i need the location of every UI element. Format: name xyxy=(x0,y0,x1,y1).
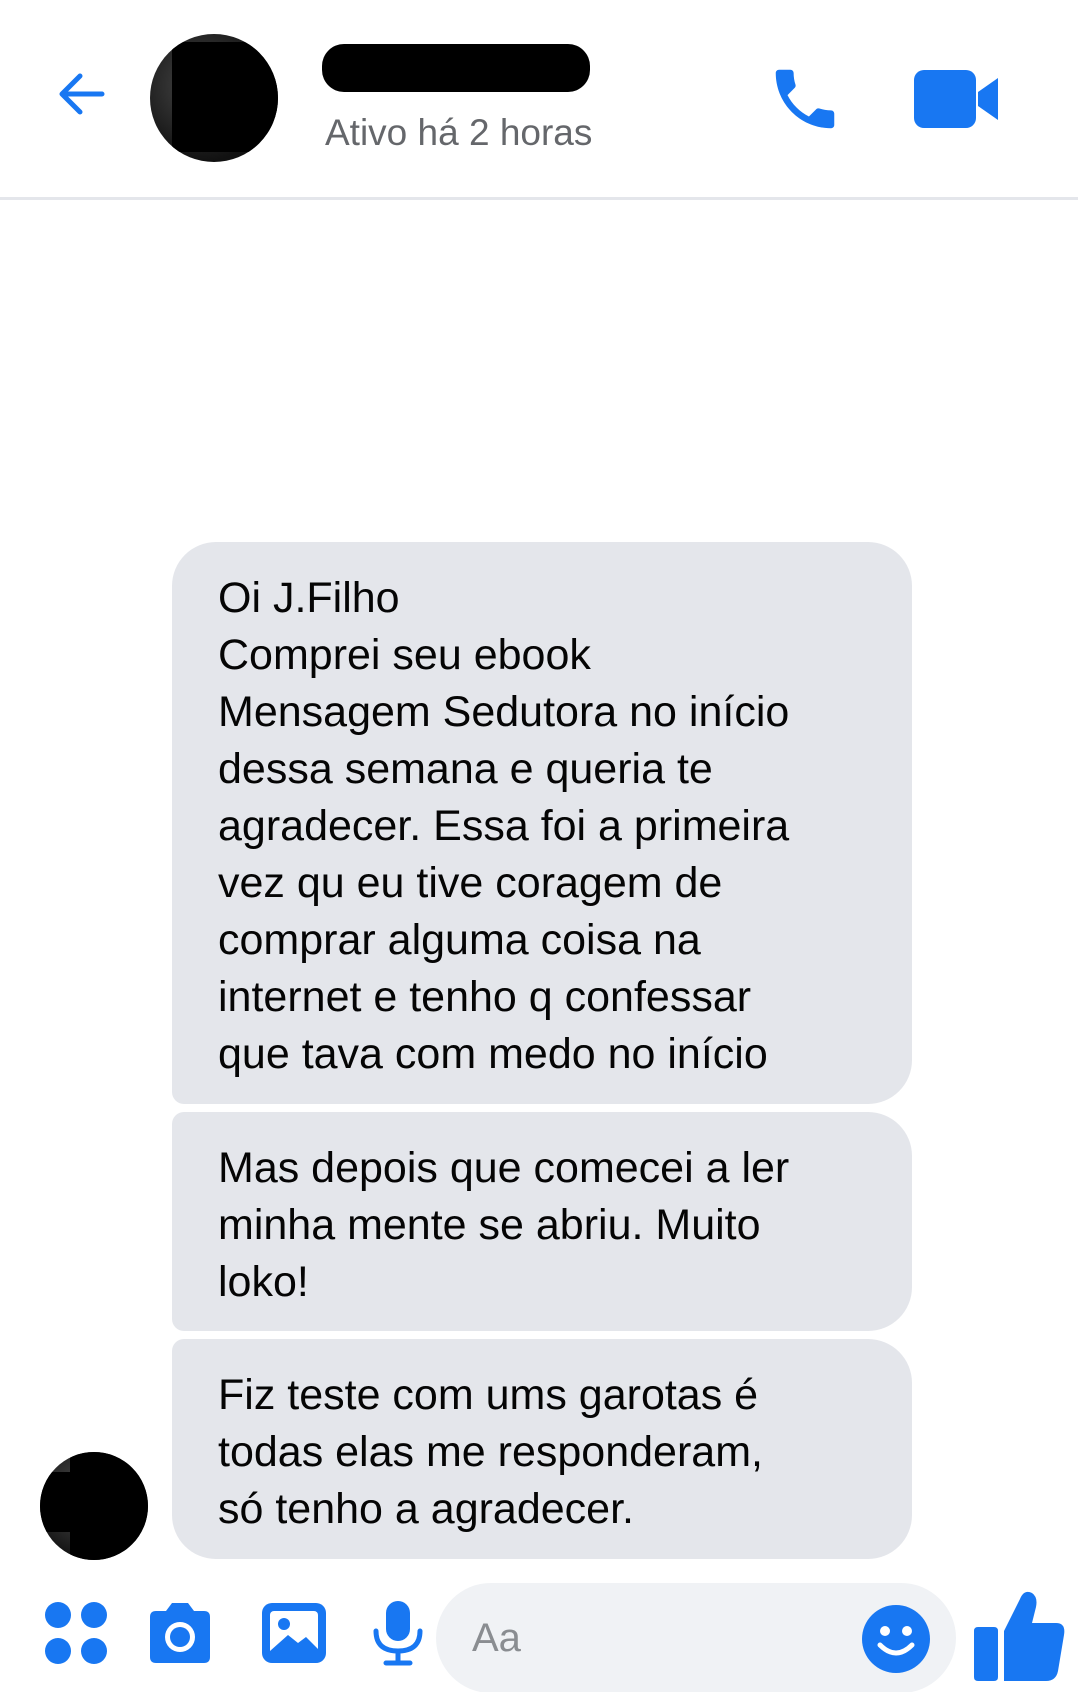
contact-name-redacted[interactable] xyxy=(322,44,590,92)
message-input-container xyxy=(436,1583,956,1692)
message-bubble[interactable]: Mas depois que comecei a ler minha mente… xyxy=(172,1112,912,1331)
camera-icon xyxy=(150,1603,210,1663)
gallery-button[interactable] xyxy=(258,1597,330,1669)
voice-message-button[interactable] xyxy=(362,1597,434,1669)
thumbs-up-icon xyxy=(974,1591,1065,1681)
redaction-mark xyxy=(172,42,278,152)
redaction-mark xyxy=(70,1452,148,1560)
video-call-button[interactable] xyxy=(914,68,1002,130)
more-apps-icon xyxy=(45,1602,107,1664)
contact-avatar[interactable] xyxy=(150,34,278,162)
emoji-button[interactable] xyxy=(860,1603,932,1675)
more-apps-button[interactable] xyxy=(40,1597,112,1669)
video-camera-icon xyxy=(914,70,998,128)
audio-call-button[interactable] xyxy=(766,60,844,138)
emoji-icon xyxy=(862,1605,930,1673)
message-text: Fiz teste com ums garotas é todas elas m… xyxy=(218,1371,763,1533)
message-text: Oi J.Filho Comprei seu ebook Mensagem Se… xyxy=(218,574,790,1078)
back-button[interactable] xyxy=(52,64,112,124)
contact-status: Ativo há 2 horas xyxy=(325,112,593,153)
camera-button[interactable] xyxy=(144,1597,216,1669)
conversation-header: Ativo há 2 horas xyxy=(0,0,1078,200)
message-input[interactable] xyxy=(472,1605,832,1671)
back-arrow-icon xyxy=(59,73,105,115)
message-bubble[interactable]: Fiz teste com ums garotas é todas elas m… xyxy=(172,1339,912,1559)
message-text: Mas depois que comecei a ler minha mente… xyxy=(218,1144,790,1306)
message-bubble[interactable]: Oi J.Filho Comprei seu ebook Mensagem Se… xyxy=(172,542,912,1104)
phone-icon xyxy=(775,69,835,129)
gallery-icon xyxy=(262,1603,326,1663)
sender-avatar[interactable] xyxy=(40,1452,148,1560)
like-button[interactable] xyxy=(972,1585,1068,1685)
microphone-icon xyxy=(373,1601,423,1666)
message-composer xyxy=(0,1575,1078,1692)
